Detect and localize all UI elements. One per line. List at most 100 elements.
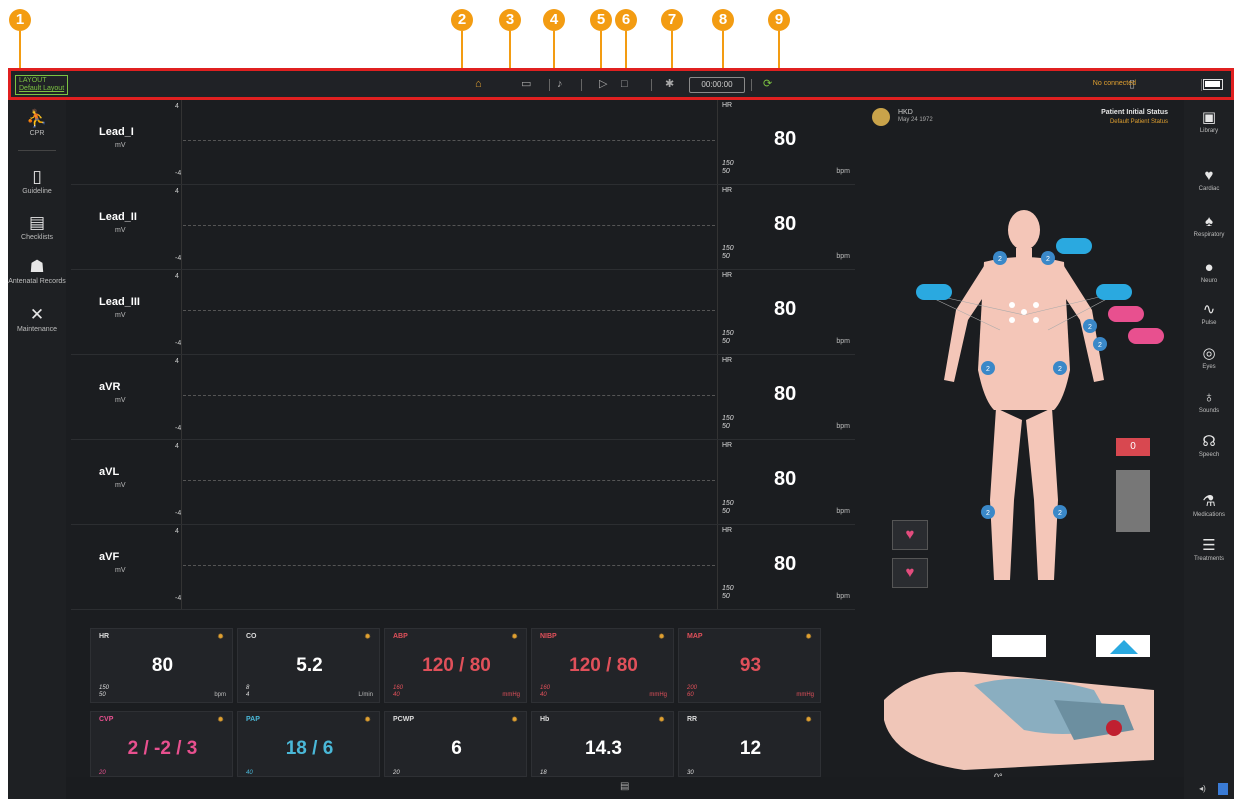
vital-tile-abp[interactable]: ABP ✹ 120 / 80 160 40 mmHg [384,628,527,703]
vital-tile-co[interactable]: CO ✹ 5.2 8 4 L/min [237,628,380,703]
nav-respiratory-label: Respiratory [1193,232,1225,238]
ecg-trace [183,565,715,566]
doctor-icon: ☗ [29,257,45,276]
lead-unit: mV [115,567,126,574]
nav-speech[interactable]: ☊ Speech [1184,432,1234,458]
nav-cpr[interactable]: ⛹ CPR [8,108,66,137]
speaker-right-button[interactable] [1096,284,1132,300]
gear-icon[interactable]: ✹ [805,632,812,641]
hr-unit: bpm [836,253,850,260]
tablet-icon: ▯ [32,167,42,186]
gear-icon[interactable]: ✹ [364,715,371,724]
nav-maintenance[interactable]: ✕ Maintenance [8,304,66,333]
callout-3: 3 [499,9,521,69]
audio-icon[interactable]: ♪ [557,77,563,91]
vital-tile-cvp[interactable]: CVP ✹ 2 / -2 / 3 20 [90,711,233,777]
nav-antenatal-records[interactable]: ☗ Antenatal Records [8,256,66,285]
nav-library[interactable]: ▣ Library [1184,108,1234,134]
tile-label: RR [687,716,698,723]
gear-icon[interactable]: ✹ [658,632,665,641]
tile-value: 2 / -2 / 3 [127,738,198,759]
heart-sound-button-2[interactable] [1128,328,1164,344]
airway-zoom-box[interactable] [992,635,1046,657]
patient-status-link[interactable]: Default Patient Status [1110,119,1168,125]
lead-row: Lead_II mV 4 -4 HR 80 150 50 bpm [71,185,855,270]
vital-tile-map[interactable]: MAP ✹ 93 200 60 mmHg [678,628,821,703]
badge-value: 2 [1058,366,1062,373]
nav-medications[interactable]: ⚗ Medications [1184,492,1234,518]
nav-divider [18,150,56,151]
session-timer[interactable]: 00:00:00 [689,77,745,93]
lead-row: Lead_III mV 4 -4 HR 80 150 50 bpm [71,270,855,355]
nav-pulse[interactable]: ∿ Pulse [1184,300,1234,326]
speaker-left-button[interactable] [916,284,952,300]
lead-hr-box[interactable]: HR 80 150 50 bpm [717,270,856,354]
vital-tile-hb[interactable]: Hb ✹ 14.3 18 [531,711,674,777]
tile-unit: mmHg [649,692,667,698]
heart-icon: ♥ [1204,167,1214,184]
lead-hr-box[interactable]: HR 80 150 50 bpm [717,355,856,439]
layout-selector[interactable]: LAYOUT Default Layout [15,75,69,95]
lead-hr-box[interactable]: HR 80 150 50 bpm [717,185,856,269]
nav-checklists[interactable]: ▤ Checklists [8,212,66,241]
lead-axis [181,525,182,609]
vital-tile-hr[interactable]: HR ✹ 80 150 50 bpm [90,628,233,703]
play-icon[interactable]: ▷ [599,77,607,91]
gear-icon[interactable]: ✹ [658,715,665,724]
speaker-head-button[interactable] [1056,238,1092,254]
lead-scale-top: 4 [175,443,179,450]
lead-row: aVL mV 4 -4 HR 80 150 50 bpm [71,440,855,525]
vital-tile-pcwp[interactable]: PCWP ✹ 6 20 [384,711,527,777]
tile-label: PCWP [393,716,414,723]
lead-scale-top: 4 [175,188,179,195]
gear-icon[interactable]: ✹ [511,632,518,641]
save-icon[interactable]: ▭ [521,77,531,91]
toolbar-divider [651,79,652,91]
refresh-icon[interactable]: ⟳ [763,77,772,91]
left-nav: ⛹ CPR ▯ Guideline ▤ Checklists ☗ Antenat… [8,100,66,799]
heart-thermo-icon[interactable]: ♥ [892,558,928,588]
badge-value: 2 [1058,510,1062,517]
stop-icon[interactable]: □ [621,77,628,91]
drawer-icon[interactable]: ▤ [620,781,629,792]
heart-sound-button[interactable] [1108,306,1144,322]
cpr-icon: ⛹ [26,109,48,128]
patient-avatar[interactable] [872,108,890,126]
gear-icon[interactable]: ✹ [511,715,518,724]
lead-hr-box[interactable]: HR 80 150 50 bpm [717,440,856,524]
gear-icon[interactable]: ✹ [217,715,224,724]
tile-high: 40 [246,770,253,776]
volume-icon[interactable]: ◂) [1199,784,1206,793]
nav-respiratory[interactable]: ♠ Respiratory [1184,212,1234,238]
vital-tile-pap[interactable]: PAP ✹ 18 / 6 40 [237,711,380,777]
vital-tile-rr[interactable]: RR ✹ 12 30 [678,711,821,777]
lead-scale-top: 4 [175,273,179,280]
home-icon[interactable]: ⌂ [475,77,482,91]
nav-guideline[interactable]: ▯ Guideline [8,166,66,195]
nav-cardiac[interactable]: ♥ Cardiac [1184,166,1234,192]
nav-checklists-label: Checklists [21,234,53,241]
tile-value: 14.3 [585,738,622,759]
gear-icon[interactable]: ✹ [805,715,812,724]
nav-neuro[interactable]: ● Neuro [1184,258,1234,284]
vital-tile-nibp[interactable]: NIBP ✹ 120 / 80 160 40 mmHg [531,628,674,703]
lead-hr-box[interactable]: HR 80 150 50 bpm [717,100,856,184]
nav-eyes[interactable]: ◎ Eyes [1184,344,1234,370]
expand-icon[interactable] [1218,783,1228,795]
battery-icon [1203,79,1223,90]
defib-icon[interactable]: ♥ [892,520,928,550]
hr-value: 80 [774,213,797,235]
hr-value: 80 [774,128,797,150]
gear-icon[interactable]: ✹ [364,632,371,641]
gear-icon[interactable]: ✹ [217,632,224,641]
bluetooth-icon[interactable]: ✱ [665,77,674,91]
lead-axis [181,270,182,354]
lead-hr-box[interactable]: HR 80 150 50 bpm [717,525,856,609]
nav-treatments[interactable]: ☰ Treatments [1184,536,1234,562]
nav-sounds[interactable]: ♁ Sounds [1184,388,1234,414]
tile-unit: L/min [358,692,373,698]
hr-high: 150 [722,160,734,167]
hr-label: HR [722,357,733,364]
hr-value: 80 [774,468,797,490]
patient-panel: HKD May 24 1972 Patient Initial Status D… [864,100,1178,799]
